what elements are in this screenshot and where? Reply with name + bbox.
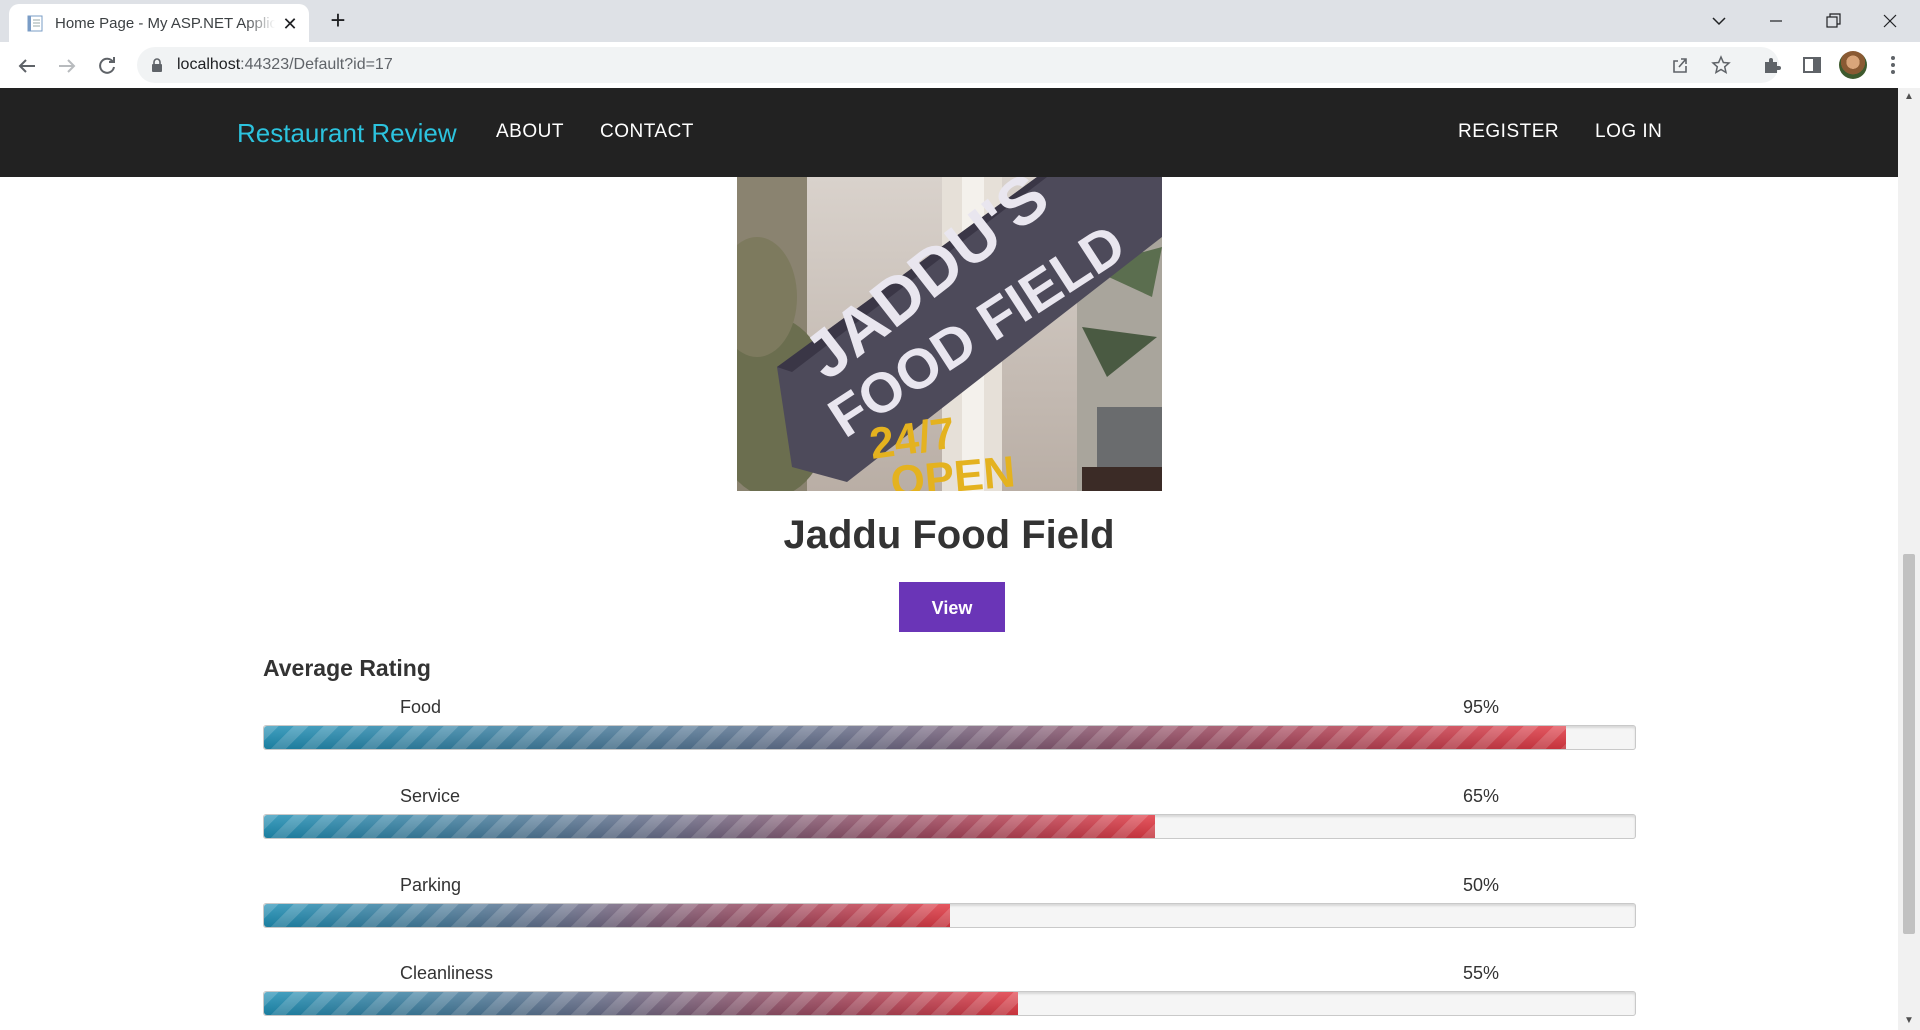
progress-track (263, 725, 1636, 750)
url-path: :44323/Default?id=17 (240, 56, 393, 73)
progress-fill (264, 992, 1019, 1015)
view-button[interactable]: View (899, 582, 1005, 632)
profile-avatar[interactable] (1839, 51, 1867, 79)
restaurant-sign-image: JADDU'S FOOD FIELD 24/7 OPEN (737, 177, 1162, 491)
back-icon[interactable] (13, 52, 41, 80)
brand-link[interactable]: Restaurant Review (237, 118, 457, 149)
browser-tab-strip: Home Page - My ASP.NET Application ✕ + (0, 0, 1920, 42)
progress-fill (264, 726, 1567, 749)
reload-icon[interactable] (93, 52, 121, 80)
star-icon[interactable] (1711, 55, 1731, 75)
rating-label: Service (400, 786, 461, 806)
rating-percent: 50% (1463, 875, 1500, 895)
rating-label: Parking (400, 875, 462, 895)
page-favicon-icon (27, 15, 43, 32)
new-tab-button[interactable]: + (325, 7, 351, 34)
side-panel-icon[interactable] (1801, 54, 1823, 76)
extensions-icon[interactable] (1761, 54, 1783, 76)
restaurant-photo: JADDU'S FOOD FIELD 24/7 OPEN (737, 177, 1162, 491)
tab-title: Home Page - My ASP.NET Application (55, 15, 275, 33)
page-viewport: JADDU'S FOOD FIELD 24/7 OPEN Restaurant … (0, 88, 1898, 1030)
progress-fill (264, 904, 950, 927)
nav-about[interactable]: ABOUT (496, 121, 564, 143)
address-bar[interactable]: localhost:44323/Default?id=17 (137, 47, 1779, 83)
nav-register[interactable]: REGISTER (1458, 121, 1559, 143)
progress-track (263, 903, 1636, 928)
scroll-down-icon[interactable]: ▼ (1898, 1012, 1920, 1030)
nav-login[interactable]: LOG IN (1595, 121, 1662, 143)
minimize-icon[interactable] (1756, 6, 1796, 36)
rating-percent: 65% (1463, 786, 1500, 806)
page-scrollbar[interactable]: ▲ ▼ (1898, 88, 1920, 1030)
progress-track (263, 991, 1636, 1016)
nav-contact[interactable]: CONTACT (600, 121, 694, 143)
tab-search-icon[interactable] (1699, 6, 1739, 36)
browser-toolbar: localhost:44323/Default?id=17 (0, 42, 1920, 88)
rating-label: Food (400, 697, 442, 717)
rating-label: Cleanliness (400, 963, 494, 983)
close-tab-icon[interactable]: ✕ (280, 14, 300, 34)
restaurant-name: Jaddu Food Field (783, 513, 1115, 557)
url-text[interactable]: localhost:44323/Default?id=17 (177, 56, 393, 74)
scroll-thumb[interactable] (1903, 554, 1915, 934)
close-window-icon[interactable] (1870, 6, 1910, 36)
rating-row-service: Service 65% (263, 786, 1636, 866)
site-navbar: Restaurant Review ABOUT CONTACT REGISTER… (0, 88, 1898, 177)
menu-icon[interactable] (1886, 52, 1900, 78)
rating-percent: 55% (1463, 963, 1500, 983)
rating-row-cleanliness: Cleanliness 55% (263, 963, 1636, 1030)
share-icon[interactable] (1670, 55, 1690, 75)
lock-icon[interactable] (151, 58, 163, 72)
restore-icon[interactable] (1813, 6, 1853, 36)
average-rating-heading: Average Rating (263, 655, 431, 681)
progress-fill (264, 815, 1156, 838)
forward-icon[interactable] (53, 52, 81, 80)
browser-tab[interactable]: Home Page - My ASP.NET Application ✕ (9, 4, 309, 42)
rating-row-parking: Parking 50% (263, 875, 1636, 955)
progress-track (263, 814, 1636, 839)
rating-row-food: Food 95% (263, 697, 1636, 777)
scroll-up-icon[interactable]: ▲ (1898, 88, 1920, 106)
url-host: localhost (177, 56, 241, 73)
rating-percent: 95% (1463, 697, 1500, 717)
